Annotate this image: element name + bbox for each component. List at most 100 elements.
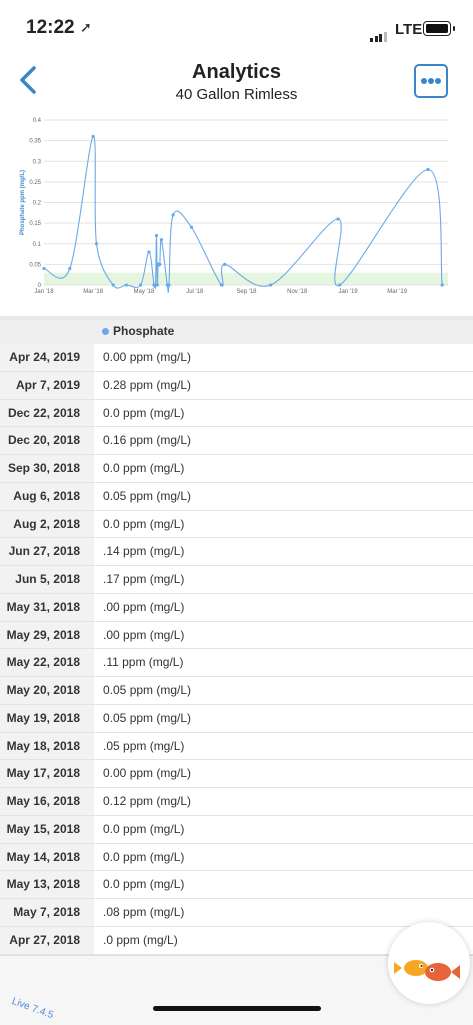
y-tick-label: 0.3 (33, 159, 42, 165)
column-label: Phosphate (113, 324, 175, 338)
row-date: May 17, 2018 (0, 760, 94, 787)
row-date: May 20, 2018 (0, 677, 94, 704)
data-point (158, 262, 162, 266)
row-date: Apr 7, 2019 (0, 371, 94, 399)
table-row[interactable]: May 29, 2018 .00 ppm (mg/L) (0, 621, 473, 650)
data-point (336, 217, 340, 221)
table-row[interactable]: May 15, 2018 0.0 ppm (mg/L) (0, 815, 473, 844)
x-tick-label: Mar '19 (387, 289, 407, 295)
row-value: 0.05 ppm (mg/L) (103, 488, 192, 503)
data-point (42, 266, 46, 271)
data-point (440, 283, 444, 287)
status-bar: 12:22 ➚ LTE (0, 0, 473, 56)
table-row[interactable]: May 17, 2018 0.00 ppm (mg/L) (0, 760, 473, 788)
table-row[interactable]: Jun 27, 2018 .14 ppm (mg/L) (0, 538, 473, 566)
data-point (139, 283, 143, 287)
row-date: May 16, 2018 (0, 788, 94, 815)
data-point (223, 262, 227, 266)
y-tick-label: 0.1 (33, 242, 42, 248)
table-row[interactable]: May 31, 2018 .00 ppm (mg/L) (0, 593, 473, 622)
row-date: May 29, 2018 (0, 621, 94, 649)
row-value: 0.00 ppm (mg/L) (103, 766, 192, 781)
network-label: LTE (395, 21, 423, 38)
table-row[interactable]: Dec 20, 2018 0.16 ppm (mg/L) (0, 427, 473, 455)
series-line (43, 135, 443, 293)
page-title: Analytics (192, 61, 281, 83)
row-date: May 15, 2018 (0, 815, 94, 843)
data-point (268, 283, 273, 287)
data-point (426, 167, 430, 172)
table-row[interactable]: Apr 7, 2019 0.28 ppm (mg/L) (0, 371, 473, 400)
chart-svg: 00.050.10.150.20.250.30.350.4Jan '18 Mar … (20, 118, 448, 295)
table-row[interactable]: May 16, 2018 0.12 ppm (mg/L) (0, 788, 473, 816)
row-date: May 19, 2018 (0, 704, 94, 732)
data-point (68, 266, 72, 271)
table-row[interactable]: Apr 24, 2019 0.00 ppm (mg/L) (0, 344, 473, 372)
data-point (155, 283, 159, 287)
y-tick-label: 0.15 (29, 221, 41, 227)
y-tick-label: 0.35 (29, 139, 41, 145)
data-point (167, 283, 171, 287)
row-date: Aug 2, 2018 (0, 510, 94, 538)
home-indicator (153, 1006, 321, 1011)
data-point (154, 233, 159, 238)
x-tick-label: Jan '18 (34, 289, 54, 295)
row-value: 0.0 ppm (mg/L) (103, 516, 185, 531)
data-point (189, 225, 194, 229)
row-date: Jun 27, 2018 (0, 538, 94, 565)
y-tick-label: 0.25 (29, 180, 41, 186)
row-date: Apr 24, 2019 (0, 344, 94, 371)
row-value: .00 ppm (mg/L) (103, 599, 185, 614)
table-row[interactable]: May 20, 2018 0.05 ppm (mg/L) (0, 677, 473, 705)
table-row[interactable]: May 14, 2018 0.0 ppm (mg/L) (0, 843, 473, 872)
row-date: May 14, 2018 (0, 843, 94, 871)
table-row[interactable]: Aug 2, 2018 0.0 ppm (mg/L) (0, 510, 473, 539)
row-value: .05 ppm (mg/L) (103, 738, 185, 753)
more-button[interactable] (414, 64, 448, 98)
phosphate-chart: 0 0.05 0.1 0.15 0.2 0.25 0.3 0.35 0.4 Jan '18 Mar … (0, 110, 473, 316)
row-date: Jun 5, 2018 (0, 566, 94, 593)
nav-bar: Analytics 40 Gallon Rimless (0, 56, 473, 111)
table-row[interactable]: May 18, 2018 .05 ppm (mg/L) (0, 732, 473, 761)
table-row[interactable]: May 22, 2018 .11 ppm (mg/L) (0, 649, 473, 677)
row-value: 0.0 ppm (mg/L) (103, 405, 185, 420)
x-tick-label: Jul '18 (186, 289, 204, 295)
x-tick-label: Sep '18 (236, 289, 257, 295)
data-point (171, 213, 175, 217)
data-point (94, 242, 99, 246)
results-table: Apr 24, 2019 0.00 ppm (mg/L) Apr 7, 2019 0.… (0, 344, 473, 955)
table-row[interactable]: Sep 30, 2018 0.0 ppm (mg/L) (0, 455, 473, 483)
location-arrow-icon: ➚ (80, 19, 92, 35)
row-value: .00 ppm (mg/L) (103, 627, 185, 642)
x-tick-label: May '18 (134, 289, 155, 295)
y-axis-label: Phosphate ppm (mg/L) (20, 170, 26, 235)
row-value: 0.0 ppm (mg/L) (103, 461, 185, 475)
row-date: May 13, 2018 (0, 871, 94, 898)
data-point (159, 238, 164, 242)
row-date: Apr 27, 2018 (0, 926, 94, 954)
table-row[interactable]: May 19, 2018 0.05 ppm (mg/L) (0, 704, 473, 733)
table-row[interactable]: Aug 6, 2018 0.05 ppm (mg/L) (0, 482, 473, 511)
row-value: 0.0 ppm (mg/L) (103, 877, 185, 892)
table-row[interactable]: Dec 22, 2018 0.0 ppm (mg/L) (0, 399, 473, 428)
row-date: Sep 30, 2018 (0, 455, 94, 482)
table-row[interactable]: Jun 5, 2018 .17 ppm (mg/L) (0, 566, 473, 594)
row-value: .17 ppm (mg/L) (103, 572, 185, 586)
row-value: 0.00 ppm (mg/L) (103, 350, 192, 364)
data-point (219, 283, 224, 287)
row-value: 0.0 ppm (mg/L) (103, 849, 185, 864)
data-point (111, 283, 115, 287)
column-header: Phosphate (102, 324, 174, 338)
y-tick-label: 0.4 (33, 118, 42, 124)
row-value: .0 ppm (mg/L) (103, 932, 178, 947)
row-date: Dec 20, 2018 (0, 427, 94, 454)
table-row[interactable]: May 13, 2018 0.0 ppm (mg/L) (0, 871, 473, 899)
row-value: 0.16 ppm (mg/L) (103, 433, 192, 448)
y-tick-label: 0.2 (33, 201, 42, 207)
x-tick-label: Mar '18 (83, 289, 103, 295)
row-date: May 18, 2018 (0, 732, 94, 760)
row-value: 0.28 ppm (mg/L) (103, 377, 192, 392)
row-value: 0.12 ppm (mg/L) (103, 794, 192, 808)
row-value: 0.0 ppm (mg/L) (103, 821, 185, 836)
fish-logo-button[interactable] (388, 922, 470, 1004)
